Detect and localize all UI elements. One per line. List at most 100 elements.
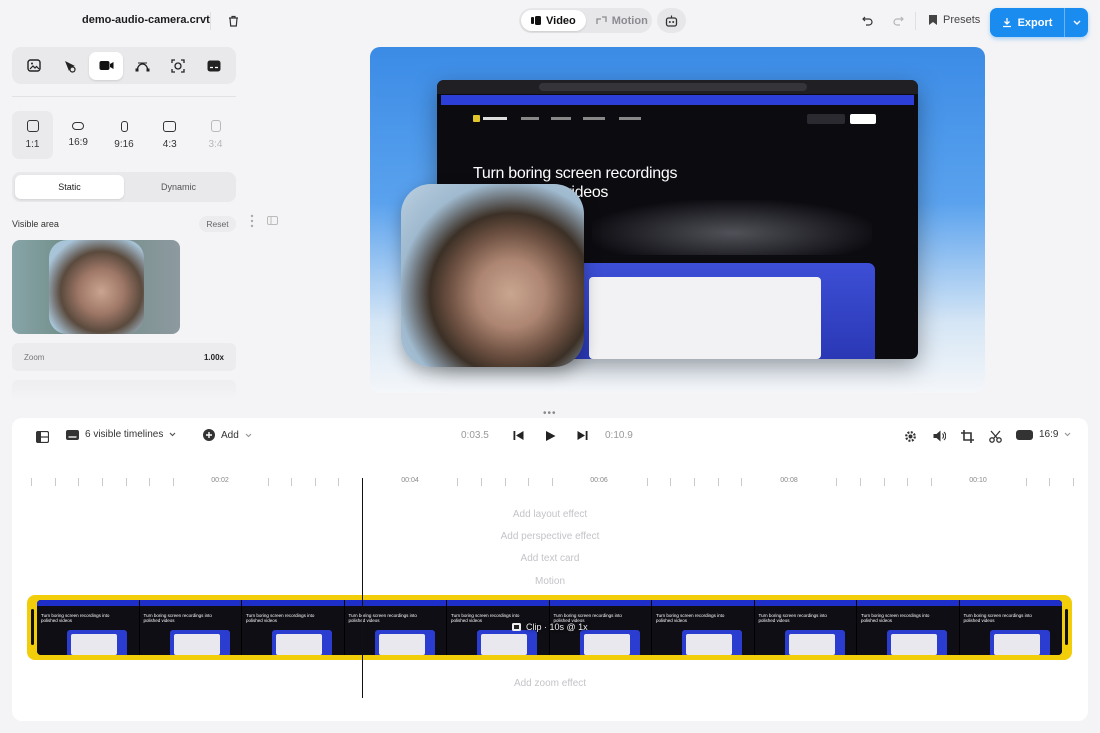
clip-end-handle[interactable] xyxy=(1065,609,1068,645)
caption-icon xyxy=(207,60,221,71)
sidebar-toggle-icon[interactable] xyxy=(266,214,278,226)
motion-icon xyxy=(596,16,607,24)
ai-assistant-button[interactable] xyxy=(657,8,686,33)
undo-icon[interactable] xyxy=(860,14,874,28)
zoom-label: Zoom xyxy=(24,352,45,362)
time-ruler[interactable]: 00:02 00:04 00:06 00:08 00:10 xyxy=(12,474,1088,488)
webcam-overlay[interactable] xyxy=(401,184,584,367)
ratio-square-icon xyxy=(26,120,39,132)
chevron-down-icon xyxy=(169,432,176,437)
ratio-9-16[interactable]: 9:16 xyxy=(104,111,145,159)
bookmark-icon xyxy=(929,15,937,25)
scissors-icon[interactable] xyxy=(988,429,1002,443)
video-icon xyxy=(531,16,541,25)
ruler-label: 00:10 xyxy=(969,477,987,484)
panel-divider xyxy=(12,96,236,97)
ruler-label: 00:02 xyxy=(211,477,229,484)
play-icon[interactable] xyxy=(543,429,557,442)
skip-forward-icon[interactable] xyxy=(575,429,589,442)
ratio-tall-icon xyxy=(120,120,128,132)
redo-icon[interactable] xyxy=(891,14,905,28)
tool-camera[interactable] xyxy=(89,51,123,80)
tab-video-label: Video xyxy=(546,14,576,27)
export-button[interactable]: Export xyxy=(990,8,1088,37)
file-name[interactable]: demo-audio-camera.crvt xyxy=(82,14,210,26)
playhead[interactable] xyxy=(362,478,363,698)
presets-label: Presets xyxy=(943,14,981,26)
add-dropdown[interactable]: Add xyxy=(203,429,252,441)
ratio-label: 1:1 xyxy=(25,139,40,150)
site-wave-graphic xyxy=(592,200,872,255)
zoom-slider[interactable]: Zoom 1.00x xyxy=(12,343,236,371)
current-time: 0:03.5 xyxy=(461,430,489,441)
focus-icon xyxy=(171,58,185,73)
tool-bar xyxy=(12,47,236,84)
visible-area-crop[interactable] xyxy=(49,240,144,334)
visible-area-preview[interactable] xyxy=(12,240,180,334)
trash-icon[interactable] xyxy=(226,14,240,28)
tool-motion-path[interactable] xyxy=(125,52,159,80)
ratio-portrait-icon xyxy=(210,120,221,132)
clip-label: Clip · 10s @ 1x xyxy=(512,622,588,632)
mode-static[interactable]: Static xyxy=(15,175,124,199)
video-clip[interactable]: Turn boring screen recordings into polis… xyxy=(27,595,1072,660)
panel-fade xyxy=(12,380,236,400)
aspect-ratio-picker: 1:1 16:9 9:16 4:3 3:4 xyxy=(12,111,236,159)
camera-icon xyxy=(99,61,113,70)
chevron-down-icon xyxy=(1065,432,1071,437)
header-divider xyxy=(210,12,211,30)
film-icon xyxy=(512,623,521,631)
export-options-button[interactable] xyxy=(1064,8,1088,37)
tab-motion-label: Motion xyxy=(611,14,648,27)
tool-background[interactable] xyxy=(17,52,51,80)
timeline-aspect-label: 16:9 xyxy=(1039,429,1059,440)
tab-motion[interactable]: Motion xyxy=(586,10,658,31)
chevron-down-icon xyxy=(1073,20,1080,25)
add-label: Add xyxy=(221,429,239,441)
tool-cursor[interactable] xyxy=(53,52,87,80)
browser-url-bar xyxy=(539,83,807,91)
ruler-label: 00:08 xyxy=(780,477,798,484)
timeline-aspect-dropdown[interactable]: 16:9 xyxy=(1016,429,1071,440)
ratio-3-4: 3:4 xyxy=(195,111,236,159)
download-icon xyxy=(1002,17,1011,27)
site-license-button xyxy=(807,114,845,124)
ratio-label: 4:3 xyxy=(162,138,177,150)
add-layout-effect[interactable]: Add layout effect xyxy=(0,509,1100,520)
reset-button[interactable]: Reset xyxy=(199,216,236,232)
tab-video[interactable]: Video xyxy=(521,10,586,31)
skip-back-icon[interactable] xyxy=(511,429,525,442)
ruler-label: 00:06 xyxy=(590,477,608,484)
visible-timelines-dropdown[interactable]: 6 visible timelines xyxy=(66,429,176,440)
export-label: Export xyxy=(1017,16,1053,29)
timeline-panel xyxy=(12,418,1088,721)
preview-canvas[interactable]: Turn boring screen recordings into beaut… xyxy=(370,47,985,393)
clip-start-handle[interactable] xyxy=(31,609,34,645)
volume-icon[interactable] xyxy=(932,429,946,443)
crop-icon[interactable] xyxy=(960,429,974,443)
ratio-16-9[interactable]: 16:9 xyxy=(58,111,99,159)
mode-switch: Video Motion xyxy=(519,8,652,33)
site-download-button xyxy=(850,114,876,124)
settings-icon[interactable] xyxy=(903,429,917,443)
visible-timelines-label: 6 visible timelines xyxy=(85,429,164,440)
camera-mode-switch: Static Dynamic xyxy=(12,172,236,202)
robot-icon xyxy=(665,15,678,27)
presets-button[interactable]: Presets xyxy=(929,14,980,26)
mode-dynamic[interactable]: Dynamic xyxy=(124,175,233,199)
chevron-down-icon xyxy=(245,433,252,437)
plus-circle-icon xyxy=(203,429,215,441)
image-icon xyxy=(27,59,41,72)
bezier-icon xyxy=(135,62,149,71)
panel-resize-handle[interactable] xyxy=(250,214,254,228)
ratio-1-1[interactable]: 1:1 xyxy=(12,111,53,159)
tool-captions[interactable] xyxy=(197,52,231,80)
motion-track[interactable]: Motion xyxy=(0,576,1100,587)
add-zoom-effect[interactable]: Add zoom effect xyxy=(0,678,1100,689)
add-perspective-effect[interactable]: Add perspective effect xyxy=(0,531,1100,542)
ratio-label: 16:9 xyxy=(68,137,88,148)
layout-icon[interactable] xyxy=(35,430,49,443)
add-text-card[interactable]: Add text card xyxy=(0,553,1100,564)
ratio-4-3[interactable]: 4:3 xyxy=(149,111,190,159)
tool-focus[interactable] xyxy=(161,52,195,80)
